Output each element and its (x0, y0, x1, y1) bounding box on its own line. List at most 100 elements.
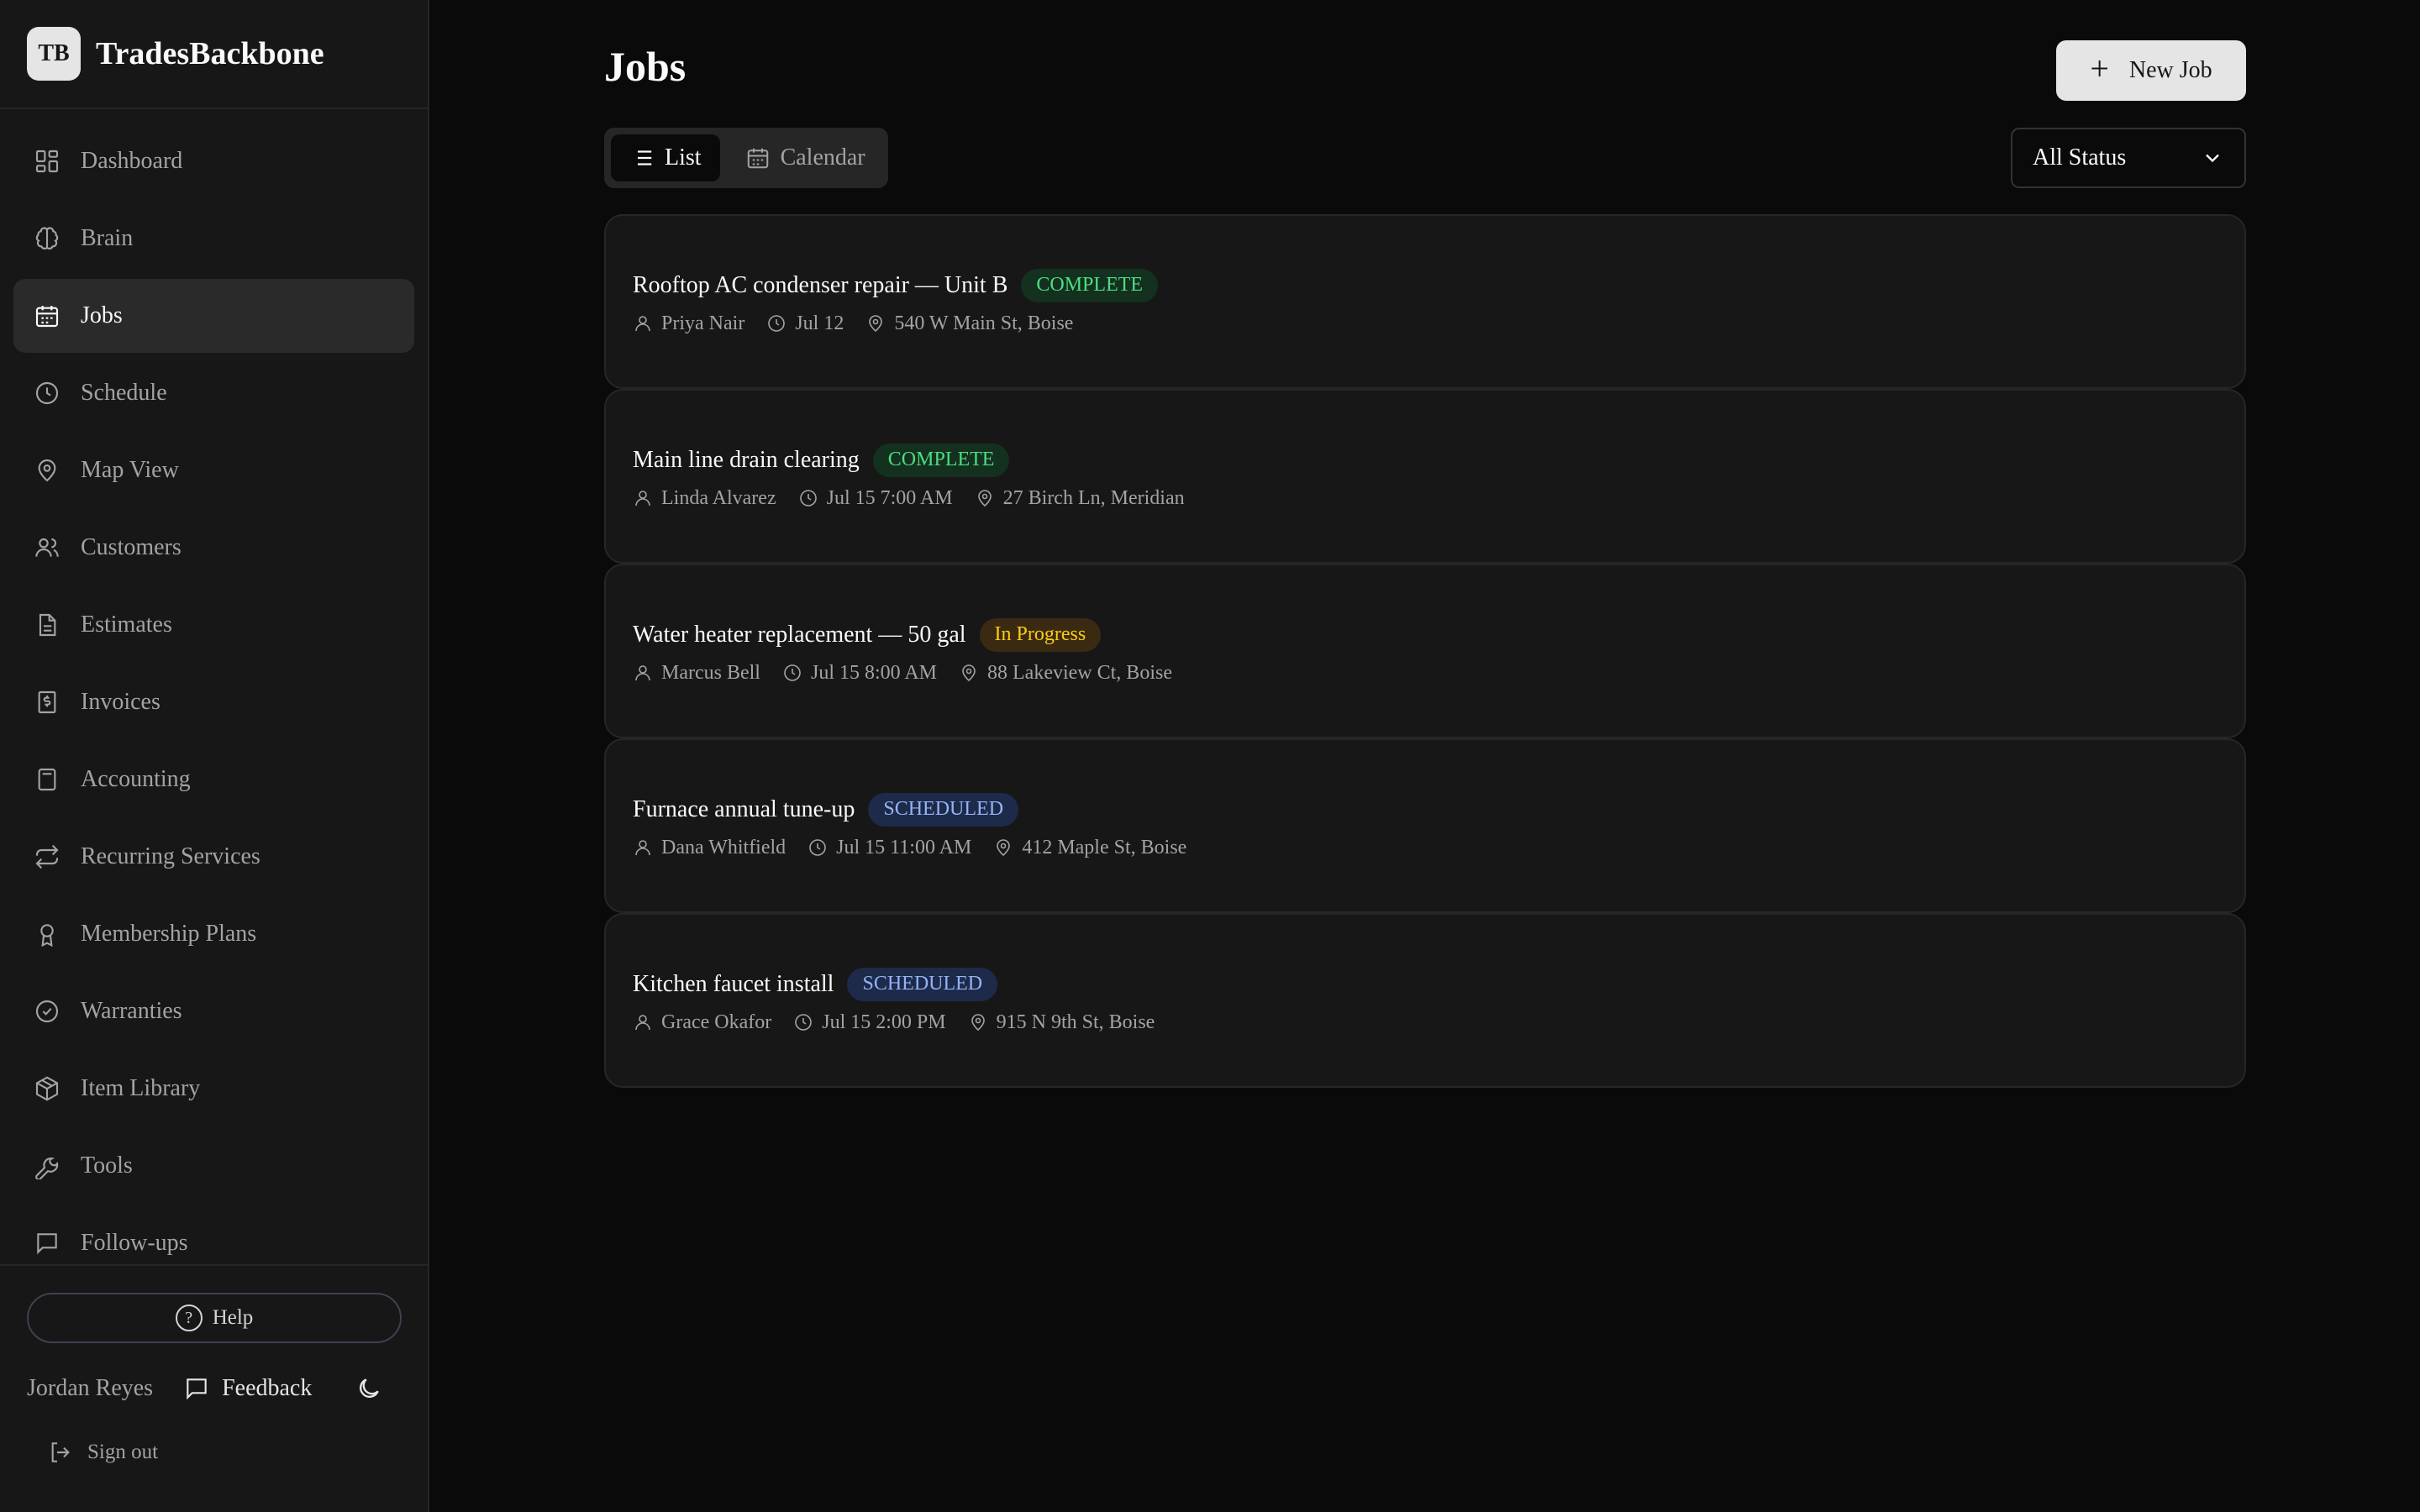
wrench-icon (35, 1158, 59, 1179)
brain-icon (35, 227, 59, 249)
job-card[interactable]: Furnace annual tune-up SCHEDULED Dana Wh… (604, 738, 2246, 913)
sidebar-item-label: Dashboard (81, 148, 183, 174)
sidebar-item-invoices[interactable]: Invoices (13, 665, 414, 739)
sign-out-button[interactable]: Sign out (27, 1439, 401, 1466)
clock-icon (795, 1014, 813, 1031)
sidebar-item-jobs[interactable]: Jobs (13, 279, 414, 353)
job-technician: Marcus Bell (661, 661, 760, 684)
job-technician: Linda Alvarez (661, 486, 776, 509)
sidebar-item-customers[interactable]: Customers (13, 511, 414, 585)
feedback-button[interactable]: Feedback (183, 1375, 312, 1402)
job-title: Water heater replacement — 50 gal (633, 621, 966, 648)
sidebar-item-label: Recurring Services (81, 843, 260, 869)
dashboard-icon (35, 150, 59, 173)
sidebar-item-tools[interactable]: Tools (13, 1129, 414, 1203)
award-icon (40, 924, 54, 948)
user-icon (635, 316, 650, 332)
clock-icon (35, 381, 59, 405)
calculator-icon (38, 768, 56, 791)
sidebar-footer: ? Help Jordan Reyes Feedback Sign out (0, 1264, 428, 1512)
status-badge: SCHEDULED (847, 967, 998, 1001)
sidebar-item-item-library[interactable]: Item Library (13, 1052, 414, 1126)
job-address: 27 Birch Ln, Meridian (1002, 486, 1185, 509)
sidebar-item-label: Tools (81, 1152, 133, 1179)
map-pin-icon (997, 839, 1011, 857)
sidebar-item-accounting[interactable]: Accounting (13, 743, 414, 816)
job-technician: Grace Okafor (661, 1011, 772, 1033)
sign-out-label: Sign out (87, 1441, 159, 1463)
job-title: Kitchen faucet install (633, 970, 834, 997)
log-out-icon (51, 1442, 70, 1462)
help-label: Help (212, 1306, 254, 1329)
map-pin-icon (869, 315, 883, 333)
calendar-icon (747, 148, 768, 169)
sidebar-item-label: Customers (81, 534, 182, 560)
job-time: Jul 15 11:00 AM (836, 836, 972, 858)
sidebar-item-label: Follow-ups (81, 1230, 188, 1256)
sidebar-item-schedule[interactable]: Schedule (13, 356, 414, 430)
map-pin-icon (962, 664, 976, 682)
job-address: 540 W Main St, Boise (894, 312, 1074, 334)
sidebar-item-membership-plans[interactable]: Membership Plans (13, 897, 414, 971)
user-name: Jordan Reyes (27, 1375, 154, 1401)
brand-name: TradesBackbone (96, 36, 324, 71)
main-content: Jobs + New Job List Calendar All Status … (429, 0, 2420, 1512)
feedback-label: Feedback (222, 1375, 313, 1401)
job-time: Jul 12 (795, 312, 844, 334)
list-icon (632, 150, 652, 165)
new-job-button[interactable]: + New Job (2056, 40, 2246, 101)
job-technician: Priya Nair (661, 312, 745, 334)
brand[interactable]: TB TradesBackbone (0, 0, 428, 109)
moon-icon (360, 1378, 380, 1398)
package-icon (35, 1076, 59, 1101)
status-badge: COMPLETE (1021, 268, 1159, 302)
map-pin-icon (977, 490, 992, 507)
job-title: Main line drain clearing (633, 446, 860, 473)
plus-icon: + (2090, 50, 2109, 87)
user-icon (635, 491, 650, 507)
users-icon (35, 538, 59, 557)
view-list-button[interactable]: List (611, 134, 720, 181)
view-calendar-label: Calendar (780, 144, 865, 171)
sidebar-item-warranties[interactable]: Warranties (13, 974, 414, 1048)
message-square-icon (37, 1233, 57, 1255)
sidebar-item-map-view[interactable]: Map View (13, 433, 414, 507)
map-pin-icon (971, 1014, 985, 1032)
job-time: Jul 15 7:00 AM (826, 486, 953, 509)
job-card[interactable]: Kitchen faucet install SCHEDULED Grace O… (604, 913, 2246, 1088)
job-card[interactable]: Water heater replacement — 50 gal In Pro… (604, 564, 2246, 738)
brand-logo: TB (27, 27, 81, 81)
sidebar-item-label: Jobs (81, 302, 123, 328)
view-calendar-button[interactable]: Calendar (727, 134, 884, 181)
status-badge: In Progress (979, 617, 1102, 652)
page-title: Jobs (604, 43, 687, 90)
clock-icon (799, 490, 817, 507)
job-address: 412 Maple St, Boise (1022, 836, 1187, 858)
help-button[interactable]: ? Help (27, 1293, 402, 1343)
user-icon (635, 1015, 650, 1031)
sidebar-item-brain[interactable]: Brain (13, 202, 414, 276)
sidebar-item-recurring-services[interactable]: Recurring Services (13, 820, 414, 894)
status-badge: COMPLETE (872, 443, 1010, 477)
repeat-icon (35, 844, 59, 869)
job-card[interactable]: Main line drain clearing COMPLETE Linda … (604, 389, 2246, 564)
sidebar-item-label: Brain (81, 225, 134, 251)
chevron-down-icon (2206, 154, 2219, 163)
sidebar-item-estimates[interactable]: Estimates (13, 588, 414, 662)
view-toggle: List Calendar (604, 128, 888, 188)
sidebar-item-dashboard[interactable]: Dashboard (13, 124, 414, 198)
status-filter-select[interactable]: All Status (2011, 128, 2246, 188)
job-time: Jul 15 8:00 AM (810, 661, 938, 684)
clock-icon (784, 664, 801, 681)
theme-toggle[interactable] (355, 1375, 382, 1402)
job-card[interactable]: Rooftop AC condenser repair — Unit B COM… (604, 214, 2246, 389)
job-list: Rooftop AC condenser repair — Unit B COM… (604, 214, 2246, 1088)
clock-icon (809, 839, 826, 856)
sidebar-item-label: Accounting (81, 766, 191, 792)
status-badge: SCHEDULED (868, 792, 1019, 827)
job-address: 88 Lakeview Ct, Boise (987, 661, 1172, 684)
help-circle-icon: ? (175, 1305, 203, 1331)
calendar-icon (35, 306, 59, 328)
user-icon (635, 840, 650, 856)
status-filter-value: All Status (2033, 144, 2127, 171)
